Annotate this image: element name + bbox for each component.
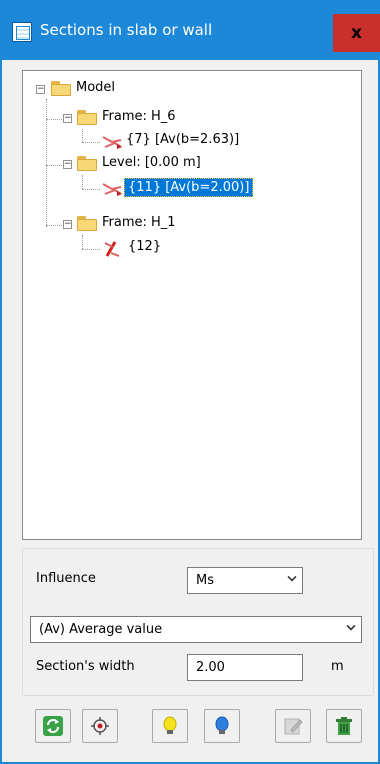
- blue-bulb-icon: [215, 716, 229, 734]
- tree-line: [82, 175, 83, 189]
- folder-icon: [77, 216, 97, 231]
- tree-group-label[interactable]: Level: [0.00 m]: [102, 155, 201, 170]
- tree-root-label[interactable]: Model: [76, 80, 115, 95]
- tree-line: [82, 142, 100, 143]
- app-icon: [12, 22, 32, 42]
- tree-group-label[interactable]: Frame: H_1: [102, 215, 176, 230]
- width-label: Section's width: [36, 659, 135, 674]
- show-blue-button[interactable]: [204, 709, 240, 743]
- chevron-down-icon: [346, 621, 356, 631]
- collapse-icon[interactable]: −: [63, 220, 72, 229]
- locate-button[interactable]: [82, 709, 118, 743]
- refresh-icon: [43, 716, 63, 736]
- chevron-down-icon: [287, 572, 297, 582]
- tree-line: [82, 235, 83, 249]
- section-icon: [104, 241, 120, 257]
- collapse-icon[interactable]: −: [36, 85, 45, 94]
- tree-line: [82, 189, 100, 190]
- refresh-button[interactable]: [35, 709, 71, 743]
- width-unit: m: [331, 659, 344, 674]
- delete-button[interactable]: [326, 709, 362, 743]
- folder-icon: [77, 156, 97, 171]
- folder-icon: [77, 110, 97, 125]
- influence-value: Ms: [196, 573, 214, 588]
- method-value: (Av) Average value: [39, 622, 163, 637]
- tree-section-label[interactable]: {12}: [128, 239, 161, 254]
- target-icon: [91, 717, 109, 735]
- tree-section-label[interactable]: {7} [Av(b=2.63)]: [126, 132, 239, 147]
- show-yellow-button[interactable]: [152, 709, 188, 743]
- trash-icon: [336, 717, 352, 735]
- width-input[interactable]: 2.00: [187, 654, 303, 681]
- edit-button[interactable]: [275, 709, 311, 743]
- section-icon: [102, 183, 122, 196]
- tree-line: [82, 249, 100, 250]
- tree-line: [82, 129, 83, 142]
- edit-icon: [284, 718, 303, 735]
- tree-group-label[interactable]: Frame: H_6: [102, 109, 176, 124]
- yellow-bulb-icon: [163, 716, 177, 734]
- sections-tree[interactable]: − Model − Frame: H_6 {7} [Av(b=2.63)] − …: [22, 70, 362, 540]
- method-select[interactable]: (Av) Average value: [30, 616, 362, 643]
- folder-icon: [51, 81, 71, 96]
- influence-label: Influence: [36, 571, 96, 586]
- influence-select[interactable]: Ms: [187, 567, 303, 594]
- close-button[interactable]: x: [333, 14, 380, 52]
- collapse-icon[interactable]: −: [63, 114, 72, 123]
- title-bar: Sections in slab or wall x: [0, 0, 380, 60]
- window-title: Sections in slab or wall: [40, 21, 213, 39]
- collapse-icon[interactable]: −: [63, 160, 72, 169]
- section-icon: [102, 136, 122, 149]
- tree-section-label-selected[interactable]: {11} [Av(b=2.00)]: [124, 178, 254, 197]
